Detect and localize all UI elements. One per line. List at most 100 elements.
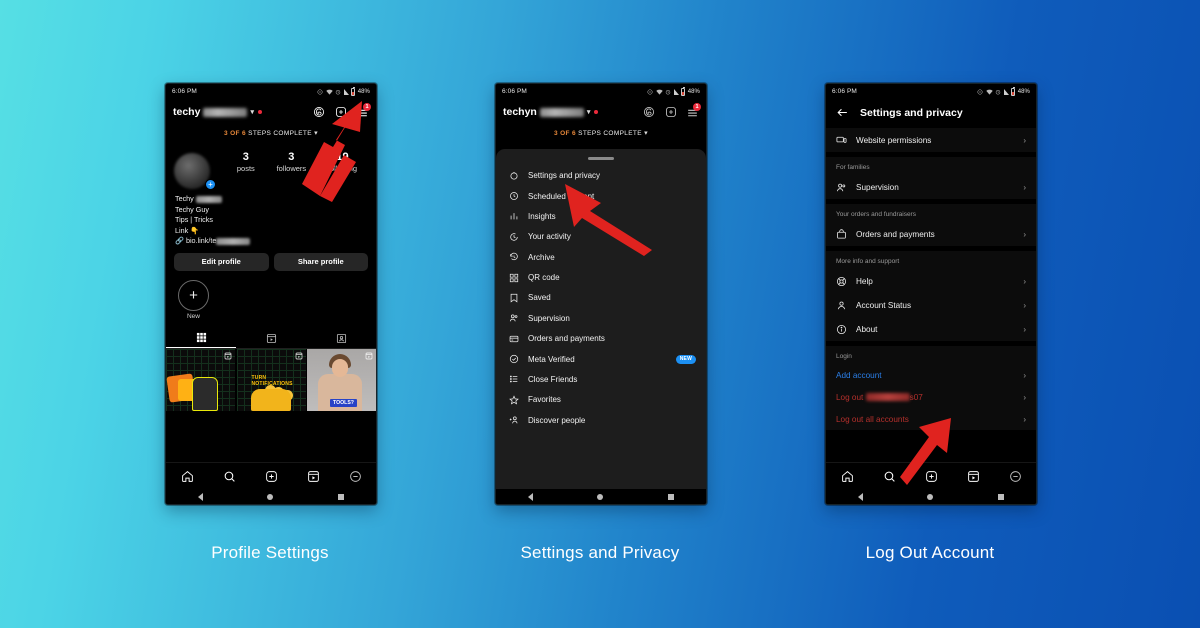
instagram-top-bar-1: techy ▾ 1 (166, 99, 376, 125)
create-icon[interactable] (925, 470, 938, 483)
settings-row-supervision[interactable]: Supervision › (826, 175, 1036, 199)
android-back-button[interactable] (198, 492, 204, 501)
stat-following[interactable]: 19 following (328, 151, 357, 173)
share-profile-button[interactable]: Share profile (273, 252, 368, 271)
menu-item-saved[interactable]: Saved (496, 288, 706, 308)
android-recents-button[interactable] (667, 493, 674, 500)
menu-item-archive[interactable]: Archive (496, 247, 706, 267)
menu-item-meta-verified[interactable]: Meta Verified NEW (496, 349, 706, 369)
android-recents-button[interactable] (337, 493, 344, 500)
hamburger-menu-icon[interactable]: 1 (686, 102, 701, 119)
menu-item-settings-and-privacy[interactable]: Settings and privacy (496, 166, 706, 186)
activity-icon (510, 233, 518, 241)
bio-link[interactable]: 🔗 bio.link/te (175, 236, 367, 247)
android-back-button[interactable] (528, 492, 534, 501)
instagram-top-bar-2: techyn ▾ 1 (496, 99, 706, 125)
android-back-button[interactable] (858, 492, 864, 501)
steps-progress-banner-2[interactable]: 3 OF 6 STEPS COMPLETE ▾ (496, 125, 706, 143)
menu-item-close-friends[interactable]: Close Friends (496, 369, 706, 389)
account-switcher[interactable]: techyn ▾ (503, 106, 590, 118)
tab-grid[interactable] (166, 327, 236, 348)
settings-row-add-account[interactable]: Add account › (826, 364, 1036, 386)
reels-icon (365, 352, 373, 360)
settings-row-orders-and-payments[interactable]: Orders and payments › (826, 222, 1036, 246)
threads-icon[interactable] (642, 106, 655, 119)
create-icon[interactable] (664, 106, 677, 119)
profile-icon[interactable] (349, 470, 362, 483)
battery-icon (1011, 86, 1016, 96)
chevron-down-icon[interactable]: ▾ (644, 130, 648, 137)
page-title: Settings and privacy (860, 106, 963, 119)
menu-item-label: Settings and privacy (528, 171, 601, 181)
battery-icon (681, 86, 686, 96)
home-icon[interactable] (181, 470, 194, 483)
settings-row-account-status[interactable]: Account Status › (826, 293, 1036, 317)
chevron-down-icon[interactable]: ▾ (587, 108, 591, 116)
create-icon[interactable] (334, 106, 347, 119)
reels-icon[interactable] (967, 470, 980, 483)
chevron-down-icon[interactable]: ▾ (250, 108, 254, 116)
android-home-button[interactable] (597, 493, 604, 500)
menu-item-discover-people[interactable]: Discover people (496, 410, 706, 430)
android-recents-button[interactable] (997, 493, 1004, 500)
android-home-button[interactable] (927, 493, 934, 500)
settings-group-more-info: More info and support Help › Account Sta… (826, 251, 1036, 341)
sheet-drag-handle[interactable] (588, 157, 614, 160)
menu-badge: 1 (693, 102, 701, 111)
threads-icon[interactable] (312, 106, 325, 119)
post-thumbnail[interactable] (166, 349, 235, 411)
settings-row-about[interactable]: About › (826, 317, 1036, 341)
account-switcher[interactable]: techy ▾ (173, 106, 254, 118)
stat-posts[interactable]: 3 posts (237, 151, 255, 173)
chevron-down-icon[interactable]: ▾ (314, 130, 318, 137)
settings-group-login: Login Add account › Log out s07 › Log ou… (826, 346, 1036, 430)
stat-followers[interactable]: 3 followers (277, 151, 307, 173)
android-home-button[interactable] (267, 493, 274, 500)
point-down-emoji: 👇 (190, 225, 200, 235)
search-icon[interactable] (223, 470, 236, 483)
post-grid: TURN NOTIFICATIONS TOOLS? (166, 349, 376, 411)
chevron-right-icon: › (1023, 324, 1026, 334)
menu-item-favorites[interactable]: Favorites (496, 390, 706, 410)
new-story-highlight[interactable]: + New (166, 271, 376, 320)
settings-row-help[interactable]: Help › (826, 269, 1036, 293)
menu-item-your-activity[interactable]: Your activity (496, 227, 706, 247)
edit-profile-button[interactable]: Edit profile (174, 252, 269, 271)
steps-count: 3 OF 6 (224, 130, 246, 137)
avatar-wrapper[interactable]: + (174, 147, 226, 190)
create-icon[interactable] (265, 470, 278, 483)
card-icon (509, 335, 519, 342)
chevron-right-icon: › (1023, 135, 1026, 145)
tab-reels[interactable] (236, 327, 306, 348)
settings-row-label: Help (856, 276, 873, 286)
verified-icon (509, 354, 519, 364)
thumb-subject (192, 377, 218, 411)
profile-icon[interactable] (1009, 470, 1022, 483)
hamburger-menu-icon[interactable]: 1 (356, 102, 371, 119)
gear-icon (510, 171, 518, 180)
settings-row-label: About (856, 324, 878, 334)
caption-settings-and-privacy: Settings and Privacy (520, 543, 680, 562)
post-thumbnail[interactable]: TURN NOTIFICATIONS (236, 349, 306, 411)
browser-icon (836, 136, 847, 143)
settings-row-log-out-all[interactable]: Log out all accounts › (826, 408, 1036, 430)
post-thumbnail[interactable]: TOOLS? (307, 349, 376, 411)
menu-item-supervision[interactable]: Supervision (496, 308, 706, 328)
menu-item-scheduled-content[interactable]: Scheduled content (496, 186, 706, 206)
status-time: 6:06 PM (832, 88, 857, 95)
search-icon[interactable] (883, 470, 896, 483)
settings-row-website-permissions[interactable]: Website permissions › (826, 128, 1036, 152)
menu-item-insights[interactable]: Insights (496, 206, 706, 226)
reels-icon (224, 352, 232, 360)
bottom-nav-3 (826, 462, 1036, 489)
menu-item-qr-code[interactable]: QR code (496, 267, 706, 287)
back-arrow-icon[interactable] (836, 106, 849, 119)
steps-progress-banner-1[interactable]: 3 OF 6 STEPS COMPLETE ▾ (166, 125, 376, 143)
add-story-icon[interactable]: + (205, 179, 216, 190)
add-highlight-icon[interactable]: + (178, 279, 209, 311)
home-icon[interactable] (841, 470, 854, 483)
menu-item-orders-and-payments[interactable]: Orders and payments (496, 329, 706, 349)
tab-tagged[interactable] (306, 327, 376, 348)
settings-row-log-out[interactable]: Log out s07 › (826, 386, 1036, 408)
reels-icon[interactable] (307, 470, 320, 483)
